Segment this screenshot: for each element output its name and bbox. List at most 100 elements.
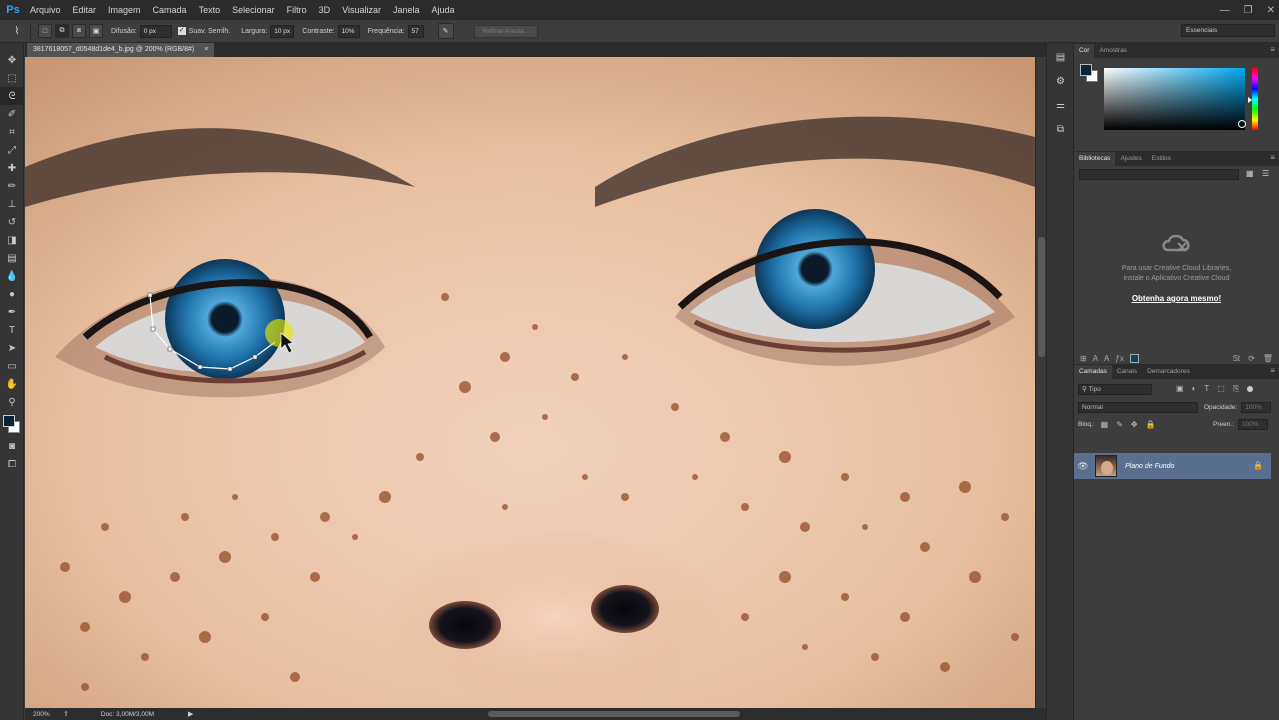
add-graphic-icon[interactable]: ⊞ [1080, 354, 1087, 363]
status-menu-arrow-icon[interactable]: ▶ [188, 710, 193, 718]
menu-filtro[interactable]: Filtro [281, 0, 313, 20]
close-icon[interactable]: ✕ [1267, 5, 1275, 16]
get-it-now-link[interactable]: Obtenha agora mesmo! [1074, 294, 1279, 303]
menu-arquivo[interactable]: Arquivo [24, 0, 67, 20]
gradient-tool-icon[interactable]: ▤ [0, 249, 24, 267]
hand-tool-icon[interactable]: ✋ [0, 375, 24, 393]
close-document-icon[interactable]: × [204, 43, 208, 57]
add-paragraph-style-icon[interactable]: A [1104, 354, 1109, 363]
lock-position-icon[interactable]: ✥ [1131, 420, 1138, 429]
share-icon[interactable]: ⇪ [63, 710, 69, 718]
workspace-select[interactable]: Essenciais [1181, 24, 1275, 37]
healing-brush-tool-icon[interactable]: ✚ [0, 159, 24, 177]
blend-mode-select[interactable]: Normal [1078, 401, 1198, 413]
filter-type-icon[interactable]: T [1204, 384, 1209, 394]
horizontal-scroll-thumb[interactable] [488, 711, 740, 717]
color-panel-menu-icon[interactable]: ≡ [1270, 45, 1275, 54]
add-layer-style-icon[interactable]: ƒx [1115, 354, 1123, 363]
filter-pixel-icon[interactable]: ▣ [1176, 384, 1184, 394]
intersect-selection-icon[interactable]: ▣ [89, 24, 103, 38]
magnetic-lasso-preset-icon[interactable]: ⌇ [8, 24, 26, 38]
tablet-pressure-icon[interactable]: ✎ [437, 23, 454, 39]
subtract-selection-icon[interactable]: ⧈ [72, 24, 86, 38]
marquee-tool-icon[interactable]: ⬚ [0, 69, 24, 87]
foreground-color-swatch[interactable] [3, 415, 15, 427]
eraser-tool-icon[interactable]: ◨ [0, 231, 24, 249]
history-icon[interactable]: ▤ [1047, 47, 1074, 67]
properties-icon[interactable]: ⚙ [1047, 71, 1074, 91]
antialias-checkbox[interactable]: ✓ [177, 27, 186, 35]
feather-input[interactable]: 0 px [139, 24, 172, 38]
layer-row[interactable]: 👁 Plano de Fundo 🔒 [1074, 453, 1271, 479]
menu-texto[interactable]: Texto [193, 0, 227, 20]
menu-camada[interactable]: Camada [147, 0, 193, 20]
crop-tool-icon[interactable]: ⌗ [0, 123, 24, 141]
move-tool-icon[interactable]: ✥ [0, 51, 24, 69]
layer-visibility-eye-icon[interactable]: 👁 [1074, 461, 1092, 472]
brush-presets-icon[interactable]: ⧉ [1047, 119, 1074, 139]
vertical-scroll-thumb[interactable] [1038, 237, 1045, 357]
document-canvas[interactable] [25, 57, 1035, 708]
minimize-icon[interactable]: — [1220, 5, 1230, 16]
lasso-tool-icon[interactable]: ᘓ [0, 87, 24, 105]
lock-all-icon[interactable]: 🔒 [1146, 420, 1156, 429]
path-selection-tool-icon[interactable]: ➤ [0, 339, 24, 357]
library-select[interactable] [1079, 169, 1239, 180]
type-tool-icon[interactable]: T [0, 321, 24, 339]
history-brush-tool-icon[interactable]: ↺ [0, 213, 24, 231]
quick-selection-tool-icon[interactable]: ✐ [0, 105, 24, 123]
filter-toggle-icon[interactable] [1247, 386, 1254, 392]
menu-visualizar[interactable]: Visualizar [336, 0, 387, 20]
filter-shape-icon[interactable]: ⬚ [1217, 384, 1225, 394]
sync-icon[interactable]: ⟳ [1248, 354, 1255, 363]
frequency-input[interactable]: 57 [407, 24, 424, 38]
menu-3d[interactable]: 3D [313, 0, 337, 20]
width-input[interactable]: 10 px [270, 24, 295, 38]
layers-panel-menu-icon[interactable]: ≡ [1270, 366, 1275, 375]
quick-mask-icon[interactable]: ◙ [0, 437, 24, 455]
document-tab[interactable]: 3817618057_d0548d1de4_b.jpg @ 200% (RGB/… [27, 43, 215, 57]
opacity-input[interactable]: 100% [1241, 401, 1272, 413]
libraries-panel-menu-icon[interactable]: ≡ [1270, 153, 1275, 162]
tab-camadas[interactable]: Camadas [1074, 365, 1112, 379]
tab-estilos[interactable]: Estilos [1147, 152, 1176, 166]
tab-demarcadores[interactable]: Demarcadores [1142, 365, 1195, 379]
dodge-tool-icon[interactable]: ● [0, 285, 24, 303]
pen-tool-icon[interactable]: ✒ [0, 303, 24, 321]
hue-slider[interactable] [1252, 68, 1258, 130]
color-picker-marker[interactable] [1238, 120, 1246, 128]
vertical-scrollbar[interactable] [1035, 57, 1046, 708]
delete-library-icon[interactable]: 🗑 [1263, 354, 1273, 363]
zoom-level[interactable]: 200% [33, 711, 57, 718]
restore-icon[interactable]: ❐ [1244, 5, 1253, 16]
fill-input[interactable]: 100% [1238, 418, 1268, 430]
adjust-icon[interactable]: ⚌ [1047, 95, 1074, 115]
screen-mode-icon[interactable]: ⧠ [0, 455, 24, 473]
add-character-style-icon[interactable]: A [1093, 354, 1098, 363]
tab-ajustes[interactable]: Ajustes [1115, 152, 1146, 166]
filter-adjustment-icon[interactable]: ◐ [1192, 384, 1197, 394]
menu-imagem[interactable]: Imagem [102, 0, 147, 20]
rectangle-tool-icon[interactable]: ▭ [0, 357, 24, 375]
blur-tool-icon[interactable]: 💧 [0, 267, 24, 285]
menu-ajuda[interactable]: Ajuda [426, 0, 461, 20]
color-foreground-swatch[interactable] [1080, 64, 1092, 76]
stock-icon[interactable]: St [1233, 354, 1241, 363]
tab-bibliotecas[interactable]: Bibliotecas [1074, 152, 1116, 166]
menu-selecionar[interactable]: Selecionar [226, 0, 281, 20]
refine-edge-button[interactable]: Refinar Aresta... [473, 24, 539, 38]
color-spectrum-field[interactable] [1104, 68, 1246, 130]
tab-canais[interactable]: Canais [1112, 365, 1142, 379]
filter-smart-object-icon[interactable]: ⎘ [1233, 384, 1239, 394]
add-selection-icon[interactable]: ⧉ [55, 24, 69, 38]
list-view-icon[interactable]: ☰ [1262, 169, 1269, 178]
lock-image-icon[interactable]: ✎ [1116, 420, 1123, 429]
tab-amostras[interactable]: Amostras [1094, 44, 1131, 58]
grid-view-icon[interactable]: ▦ [1246, 169, 1254, 178]
tab-cor[interactable]: Cor [1074, 44, 1095, 58]
menu-editar[interactable]: Editar [67, 0, 103, 20]
layer-filter-select[interactable]: ⚲ Tipo [1078, 383, 1152, 395]
brush-tool-icon[interactable]: ✏ [0, 177, 24, 195]
layer-name[interactable]: Plano de Fundo [1125, 463, 1174, 470]
eyedropper-tool-icon[interactable]: ⤢ [0, 141, 24, 159]
